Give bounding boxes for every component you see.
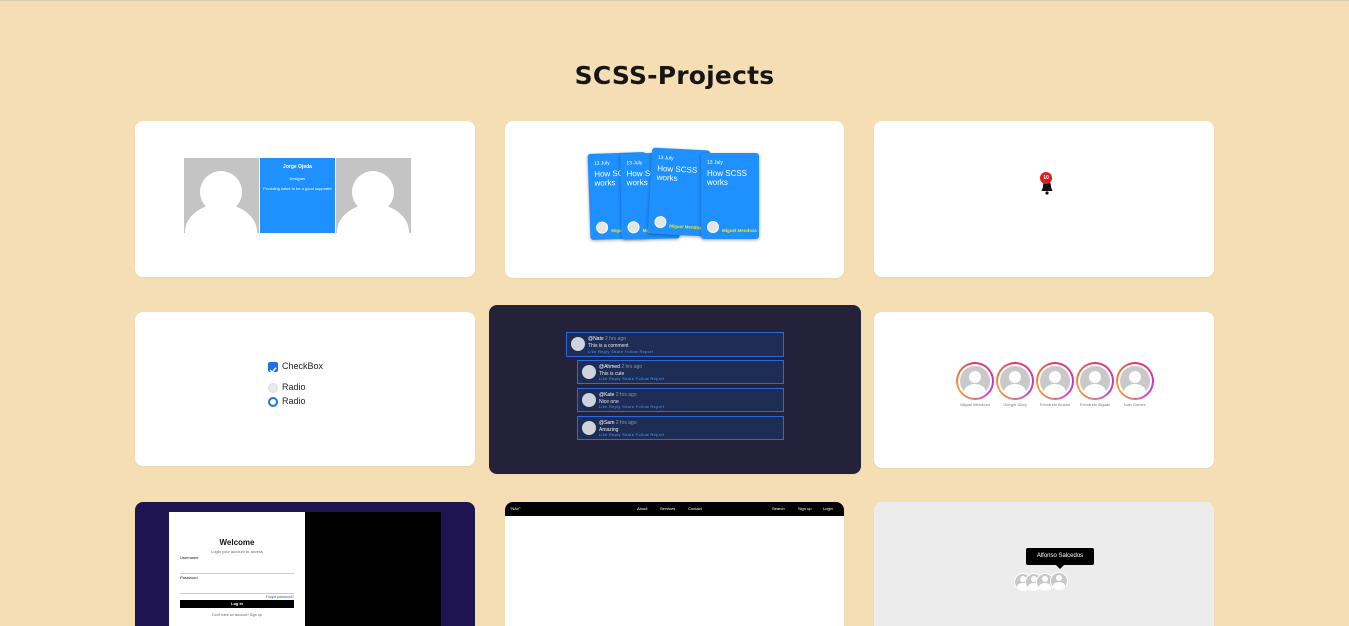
page-title: SCSS-Projects	[574, 61, 775, 90]
project-card-notification[interactable]: 10	[874, 121, 1214, 277]
tooltip: Alfonso Salcedos	[1026, 548, 1094, 569]
story-avatar	[956, 362, 994, 400]
blog-card: 13 July How SCSS works Miguel Mendoza	[701, 153, 759, 239]
tooltip-arrow	[1056, 565, 1064, 569]
comment: @Nate 2 hrs ago This is a comment Like R…	[566, 332, 784, 357]
author-avatar	[654, 215, 667, 229]
login-form-panel: Welcome Login your account to access Use…	[169, 512, 305, 626]
comment-reply: @Ahmed 2 hrs ago This is cute Like Reply…	[577, 360, 784, 384]
story-name: Ivan Gomez	[1124, 402, 1146, 407]
story-avatar	[1076, 362, 1114, 400]
tooltip-text: Alfonso Salcedos	[1036, 553, 1084, 559]
author-avatar	[707, 221, 719, 233]
notification-badge: 10	[1040, 172, 1052, 184]
profile-placeholder-right	[336, 158, 411, 233]
login-image-panel	[305, 512, 441, 626]
project-card-login[interactable]: Welcome Login your account to access Use…	[135, 502, 475, 626]
navbar: "NAV" About Services Contact Search Sign…	[505, 502, 844, 516]
story-avatar	[1036, 362, 1074, 400]
forgot-password-link[interactable]: Forgot password?	[169, 595, 294, 599]
login-title: Welcome	[219, 538, 255, 547]
project-card-form-controls[interactable]: CheckBox Radio Radio	[135, 312, 475, 466]
password-label: Password	[180, 575, 198, 580]
avatar	[582, 365, 596, 379]
project-card-comments[interactable]: @Nate 2 hrs ago This is a comment Like R…	[489, 305, 861, 474]
nav-link-signup[interactable]: Sign up	[798, 506, 812, 511]
profile-placeholder-left	[184, 158, 259, 233]
signup-text: Don't have an account? Sign up	[212, 613, 262, 617]
comment-reply: @Sam 2 hrs ago Amazing Like Reply Share …	[577, 416, 784, 440]
project-card-tooltip[interactable]: Alfonso Salcedos	[874, 502, 1214, 626]
radio-unchecked[interactable]	[268, 383, 278, 393]
avatar	[582, 421, 596, 435]
checkbox-label: CheckBox	[282, 361, 324, 371]
nav-logo[interactable]: "NAV"	[510, 506, 521, 511]
radio-label: Radio	[282, 382, 306, 392]
story-avatar	[1116, 362, 1154, 400]
profile-bio: Providing value to be a good supporter	[263, 186, 332, 191]
nav-link-login[interactable]: Login	[823, 506, 833, 511]
nav-link-services[interactable]: Services	[660, 506, 675, 511]
avatar[interactable]	[1050, 572, 1068, 590]
profile-card-featured: Jorge Ojeda Designer Providing value to …	[260, 158, 335, 233]
project-card-stories[interactable]: Miguel Mendoza Giorgio Glory Fernando Al…	[874, 312, 1214, 468]
profile-name: Jorge Ojeda	[283, 164, 312, 170]
author-avatar	[595, 221, 609, 234]
project-card-blog[interactable]: 13 July How SCSS works Miguel Mendoza 13…	[505, 121, 844, 278]
username-input[interactable]	[180, 561, 294, 574]
nav-link-about[interactable]: About	[637, 506, 647, 511]
password-input[interactable]	[180, 581, 294, 594]
check-icon	[269, 367, 277, 374]
project-card-navbar[interactable]: "NAV" About Services Contact Search Sign…	[505, 502, 844, 626]
comment-reply: @Kate 2 hrs ago Nice one Like Reply Shar…	[577, 388, 784, 412]
author-avatar	[627, 221, 640, 234]
login-button[interactable]: Log In	[180, 600, 294, 608]
profile-role: Designer	[289, 176, 306, 181]
username-label: Username	[180, 555, 199, 560]
checkbox[interactable]	[268, 362, 278, 374]
login-subtitle: Login your account to access	[211, 549, 263, 554]
avatar	[582, 393, 596, 407]
avatar	[571, 337, 585, 351]
nav-link-contact[interactable]: Contact	[688, 506, 702, 511]
nav-link-search[interactable]: Search	[772, 506, 785, 511]
project-card-profile[interactable]: Jorge Ojeda Designer Providing value to …	[135, 121, 475, 277]
story-avatar	[996, 362, 1034, 400]
radio-checked[interactable]	[268, 397, 278, 407]
radio-label: Radio	[282, 396, 306, 406]
